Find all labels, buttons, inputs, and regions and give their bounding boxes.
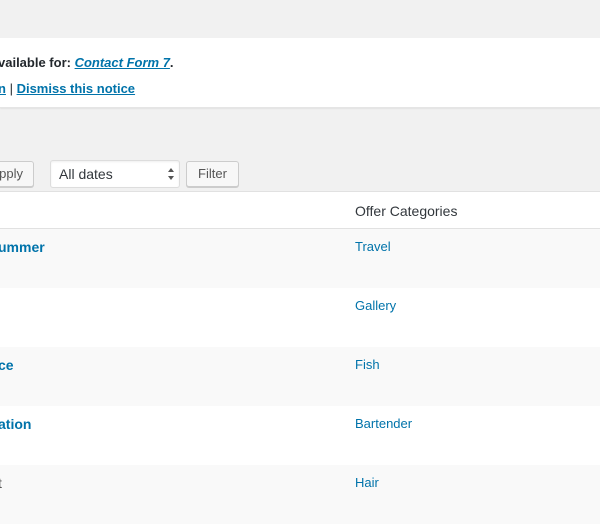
table-header: Offer Categories xyxy=(0,192,600,229)
category-link[interactable]: Hair xyxy=(355,475,379,490)
notice-separator: | xyxy=(5,81,17,96)
category-link[interactable]: Bartender xyxy=(355,416,412,431)
row-title-link[interactable]: ce xyxy=(0,357,14,373)
category-link[interactable]: Fish xyxy=(355,357,380,372)
notice-message: vailable for: Contact Form 7. xyxy=(0,55,174,70)
date-filter-select[interactable]: All dates xyxy=(50,160,180,188)
filter-button[interactable]: Filter xyxy=(186,161,239,187)
row-title-link[interactable]: ummer xyxy=(0,239,45,255)
select-arrows-icon xyxy=(168,168,174,180)
row-title-link[interactable]: t xyxy=(0,475,2,491)
posts-table: Offer Categories ummer Travel Gallery ce… xyxy=(0,191,600,524)
row-title-link[interactable]: ation xyxy=(0,416,31,432)
category-link[interactable]: Gallery xyxy=(355,298,396,313)
dismiss-notice-link[interactable]: Dismiss this notice xyxy=(17,81,135,96)
notice-text-end: . xyxy=(169,55,174,70)
category-link[interactable]: Travel xyxy=(355,239,391,254)
column-header-offer-categories[interactable]: Offer Categories xyxy=(355,203,457,219)
admin-notice xyxy=(0,38,600,108)
notice-text: vailable for: xyxy=(0,55,75,70)
table-row: ation Bartender xyxy=(0,406,600,465)
notice-actions: n | Dismiss this notice xyxy=(0,81,135,96)
apply-button[interactable]: pply xyxy=(0,161,34,187)
table-row: ce Fish xyxy=(0,347,600,406)
table-row: ummer Travel xyxy=(0,229,600,288)
table-row: Gallery xyxy=(0,288,600,347)
date-filter-value: All dates xyxy=(59,166,113,182)
plugin-link[interactable]: Contact Form 7 xyxy=(75,55,170,70)
table-row: t Hair xyxy=(0,465,600,524)
